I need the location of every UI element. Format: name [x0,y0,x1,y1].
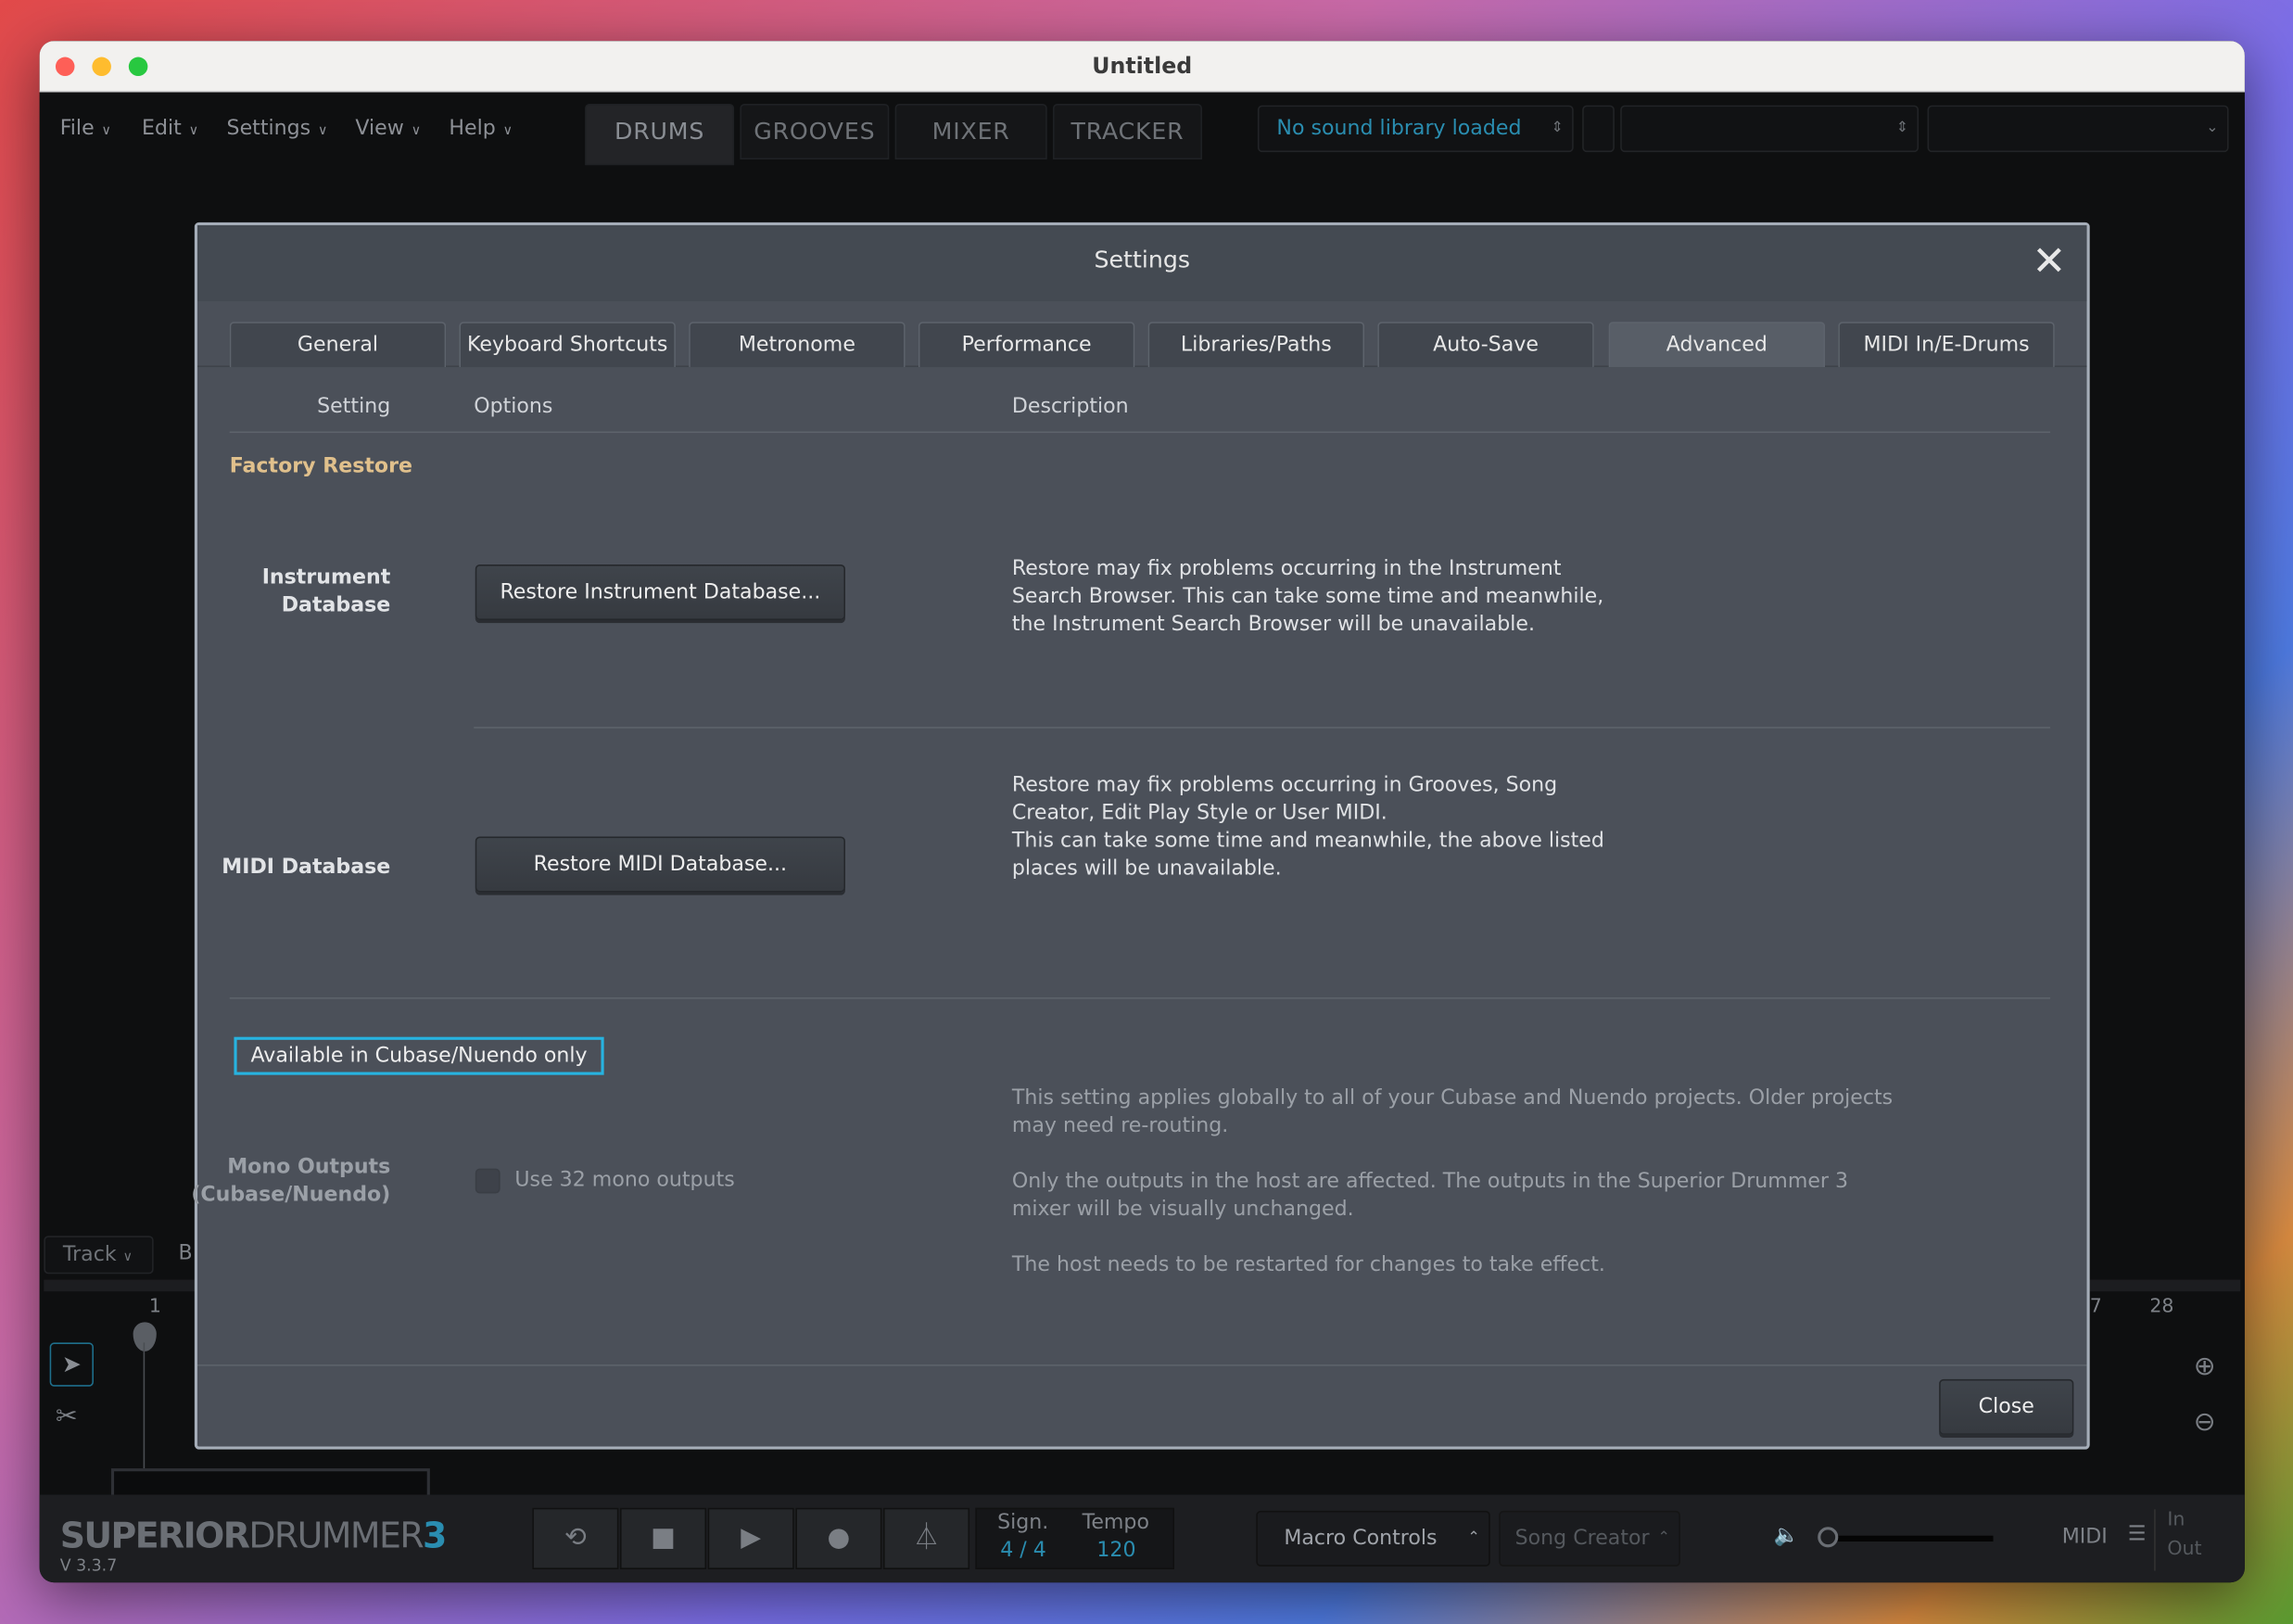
chevron-down-icon: ⌄ [2206,120,2219,136]
tempo-value[interactable]: 120 [1096,1539,1135,1562]
column-header-setting: Setting [317,395,391,419]
mono-outputs-label: Mono Outputs (Cubase/Nuendo) [191,1155,391,1207]
instrument-database-label: Instrument Database [261,565,391,617]
tab-auto-save[interactable]: Auto-Save [1377,322,1594,368]
macro-controls-button[interactable]: Macro Controls ⌃ [1256,1510,1490,1567]
track-dropdown[interactable]: Track ∨ [44,1236,154,1275]
menu-edit[interactable]: Edit ∨ [142,117,198,140]
up-down-icon: ⇕ [1551,120,1564,136]
tab-keyboard-shortcuts[interactable]: Keyboard Shortcuts [459,322,676,368]
midi-database-description: Restore may fix problems occurring in Gr… [1011,773,1604,881]
tab-general[interactable]: General [229,322,447,368]
song-creator-button[interactable]: Song Creator ⌃ [1499,1510,1680,1567]
menu-file[interactable]: File ∨ [60,117,111,140]
up-down-icon: ⇕ [1895,120,1909,136]
dialog-title: Settings [1094,246,1191,274]
tab-grooves[interactable]: GROOVES [740,104,890,159]
menu-icon[interactable]: ☰ [2128,1523,2147,1546]
cubase-only-notice: Available in Cubase/Nuendo only [234,1036,604,1075]
zoom-out-icon[interactable]: ⊖ [2194,1407,2216,1438]
title-bar: Untitled [39,41,2245,93]
divider [2154,1509,2156,1571]
restore-instrument-database-button[interactable]: Restore Instrument Database... [475,565,845,620]
logo: SUPERIORDRUMMER3 [59,1515,448,1556]
volume-slider[interactable] [1826,1535,1994,1542]
midi-out-indicator: Out [2167,1538,2202,1561]
play-icon[interactable]: ▶ [707,1507,794,1569]
menu-settings[interactable]: Settings ∨ [227,117,328,140]
loop-icon[interactable]: ⟲ [532,1507,619,1569]
preset-dropdown[interactable]: ⇕ [1620,105,1919,153]
tab-libraries-paths[interactable]: Libraries/Paths [1147,322,1365,368]
mono-outputs-description: This setting applies globally to all of … [1011,1086,1894,1277]
row-divider [229,997,2051,999]
header-divider [229,431,2051,434]
midi-in-indicator: In [2167,1509,2185,1531]
midi-database-label: MIDI Database [222,856,391,880]
pointer-tool-icon[interactable]: ➤ [49,1342,94,1387]
metronome-icon[interactable]: ⏃ [882,1507,970,1569]
ruler-label: 7 [2089,1295,2102,1318]
playhead-line [143,1342,146,1475]
time-signature[interactable]: 4 / 4 [1000,1539,1046,1562]
column-header-options: Options [474,395,553,419]
sign-label: Sign. [997,1510,1049,1535]
row-divider [474,727,2051,729]
close-icon[interactable]: ✕ [2032,237,2066,285]
b-dropdown[interactable]: B [178,1242,192,1265]
library-dropdown[interactable]: No sound library loaded ⇕ [1257,105,1574,153]
tab-drums[interactable]: DRUMS [585,104,735,166]
tab-performance[interactable]: Performance [918,322,1135,368]
tab-tracker[interactable]: TRACKER [1053,104,1202,159]
footer-divider [197,1364,2087,1366]
dialog-header: Settings ✕ [197,224,2087,302]
ruler-label: 1 [148,1295,162,1318]
window-title: Untitled [1092,52,1193,80]
record-icon[interactable]: ● [795,1507,882,1569]
ruler-label: 28 [2149,1295,2174,1318]
tab-advanced[interactable]: Advanced [1608,322,1826,368]
speaker-icon: 🔈 [1773,1524,1800,1548]
tab-mixer[interactable]: MIXER [894,104,1047,159]
column-header-description: Description [1011,395,1129,419]
scissors-tool-icon[interactable]: ✂ [56,1402,78,1432]
section-title: Factory Restore [229,454,412,478]
mono-outputs-checkbox[interactable] [475,1168,500,1194]
instrument-database-description: Restore may fix problems occurring in th… [1011,557,1604,637]
close-button[interactable]: Close [1939,1378,2074,1435]
kit-dropdown[interactable]: ⌄ [1927,105,2229,153]
tab-metronome[interactable]: Metronome [689,322,906,368]
stop-icon[interactable]: ■ [619,1507,707,1569]
version-label: V 3.3.7 [59,1555,118,1576]
timeline-scrollbar[interactable] [110,1468,430,1498]
settings-dialog: Settings ✕ General Keyboard Shortcuts Me… [191,222,2090,1450]
restore-midi-database-button[interactable]: Restore MIDI Database... [475,836,845,893]
tab-midi-in-e-drums[interactable]: MIDI In/E-Drums [1838,322,2055,368]
volume-knob[interactable] [1818,1527,1839,1548]
mono-outputs-checkbox-label[interactable]: Use 32 mono outputs [514,1169,734,1192]
midi-label: MIDI [2061,1525,2108,1549]
menu-help[interactable]: Help ∨ [449,117,513,140]
preset-stepper[interactable] [1582,105,1615,153]
app-window: Untitled File ∨ Edit ∨ Settings ∨ View ∨ Hel… [39,41,2245,1583]
zoom-in-icon[interactable]: ⊕ [2194,1351,2216,1382]
menu-view[interactable]: View ∨ [355,117,421,140]
tempo-label: Tempo [1082,1510,1149,1535]
